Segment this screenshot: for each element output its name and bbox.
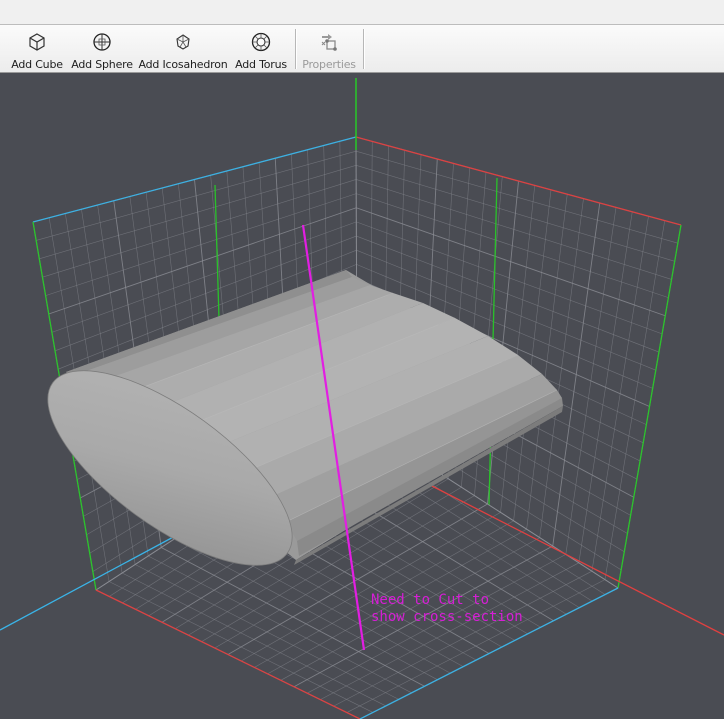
- add-torus-button[interactable]: Add Torus: [234, 29, 288, 71]
- torus-icon: [251, 32, 271, 52]
- properties-label: Properties: [302, 58, 356, 71]
- grid-line: [95, 589, 361, 719]
- add-torus-label: Add Torus: [235, 58, 287, 71]
- title-strip: [0, 0, 724, 25]
- cube-icon: [29, 33, 45, 51]
- grid-line: [355, 136, 682, 226]
- annotation-line-1: Need to Cut to: [371, 592, 490, 608]
- toolbar-separator: [295, 29, 296, 69]
- icosahedron-icon: [176, 34, 190, 50]
- add-cube-label: Add Cube: [11, 58, 63, 71]
- scene-canvas[interactable]: [0, 73, 724, 719]
- grid-line: [356, 179, 672, 280]
- add-sphere-button[interactable]: Add Sphere: [71, 29, 133, 71]
- grid-line: [45, 193, 357, 296]
- properties-button[interactable]: Properties: [300, 29, 358, 71]
- add-cube-button[interactable]: Add Cube: [11, 29, 63, 71]
- annotation-line-2: show cross-section: [371, 609, 523, 625]
- annotation-text: Need to Cut to show cross-section: [371, 592, 523, 626]
- grid-line: [617, 224, 682, 589]
- add-icosahedron-button[interactable]: Add Icosahedron: [138, 29, 228, 71]
- add-icosahedron-label: Add Icosahedron: [138, 58, 228, 71]
- grid-line: [121, 572, 386, 707]
- grid-line: [355, 150, 678, 244]
- grid-line: [135, 564, 399, 700]
- grid-line: [36, 150, 357, 241]
- toolbar-separator: [363, 29, 364, 69]
- sphere-icon: [93, 33, 111, 51]
- add-sphere-label: Add Sphere: [71, 58, 133, 71]
- toolbar: Add Cube Add Sphere Add Icosahedron Add …: [0, 25, 724, 73]
- cylinder-object[interactable]: [19, 270, 563, 600]
- 3d-viewport[interactable]: Need to Cut to show cross-section: [0, 73, 724, 719]
- properties-icon: [321, 34, 337, 51]
- grid-line: [108, 581, 374, 713]
